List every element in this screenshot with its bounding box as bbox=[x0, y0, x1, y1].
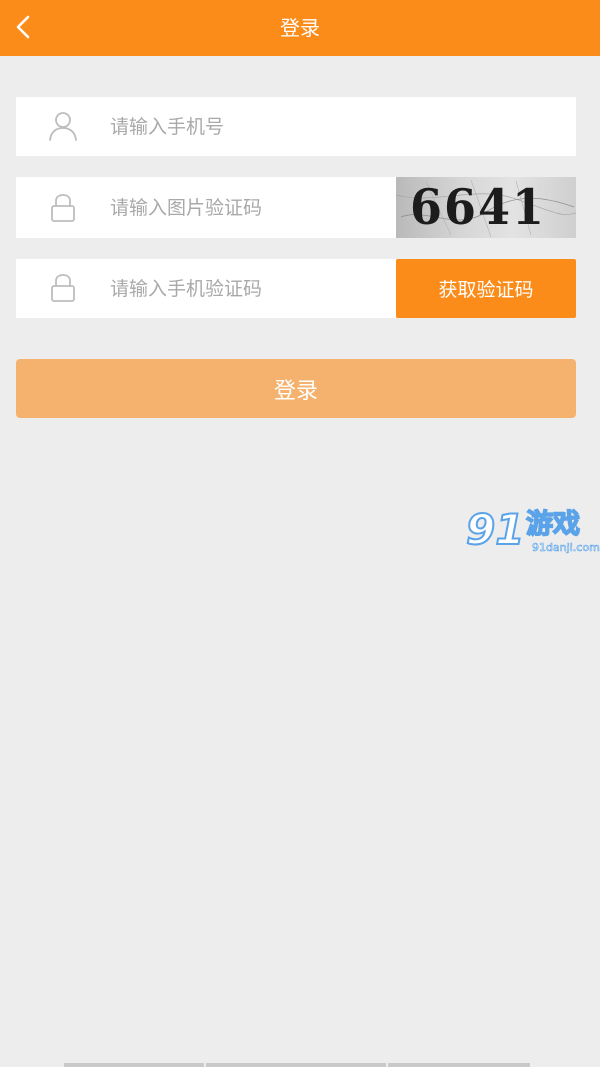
watermark-name: 游戏 bbox=[525, 508, 581, 541]
captcha-text: 6641 bbox=[410, 179, 547, 236]
lock-icon bbox=[51, 194, 75, 222]
bottom-segment bbox=[206, 1063, 386, 1067]
watermark-domain: 91danji.com bbox=[532, 541, 600, 555]
bottom-segment bbox=[64, 1063, 204, 1067]
lock-icon bbox=[51, 274, 75, 302]
user-icon bbox=[49, 112, 77, 141]
watermark-logo: 91 bbox=[465, 505, 525, 554]
image-code-input[interactable] bbox=[110, 177, 380, 238]
app-header: 登录 bbox=[0, 0, 600, 56]
watermark: 91 游戏 91danji.com bbox=[465, 505, 600, 561]
sms-code-row bbox=[16, 259, 396, 318]
bottom-segment bbox=[388, 1063, 530, 1067]
page-title: 登录 bbox=[280, 16, 320, 40]
sms-code-input[interactable] bbox=[110, 259, 380, 318]
captcha-image[interactable]: 6641 bbox=[396, 177, 576, 238]
phone-input[interactable] bbox=[110, 97, 550, 156]
phone-row bbox=[16, 97, 576, 156]
get-sms-code-button[interactable]: 获取验证码 bbox=[396, 259, 576, 318]
login-button[interactable]: 登录 bbox=[16, 359, 576, 418]
image-code-row bbox=[16, 177, 396, 238]
